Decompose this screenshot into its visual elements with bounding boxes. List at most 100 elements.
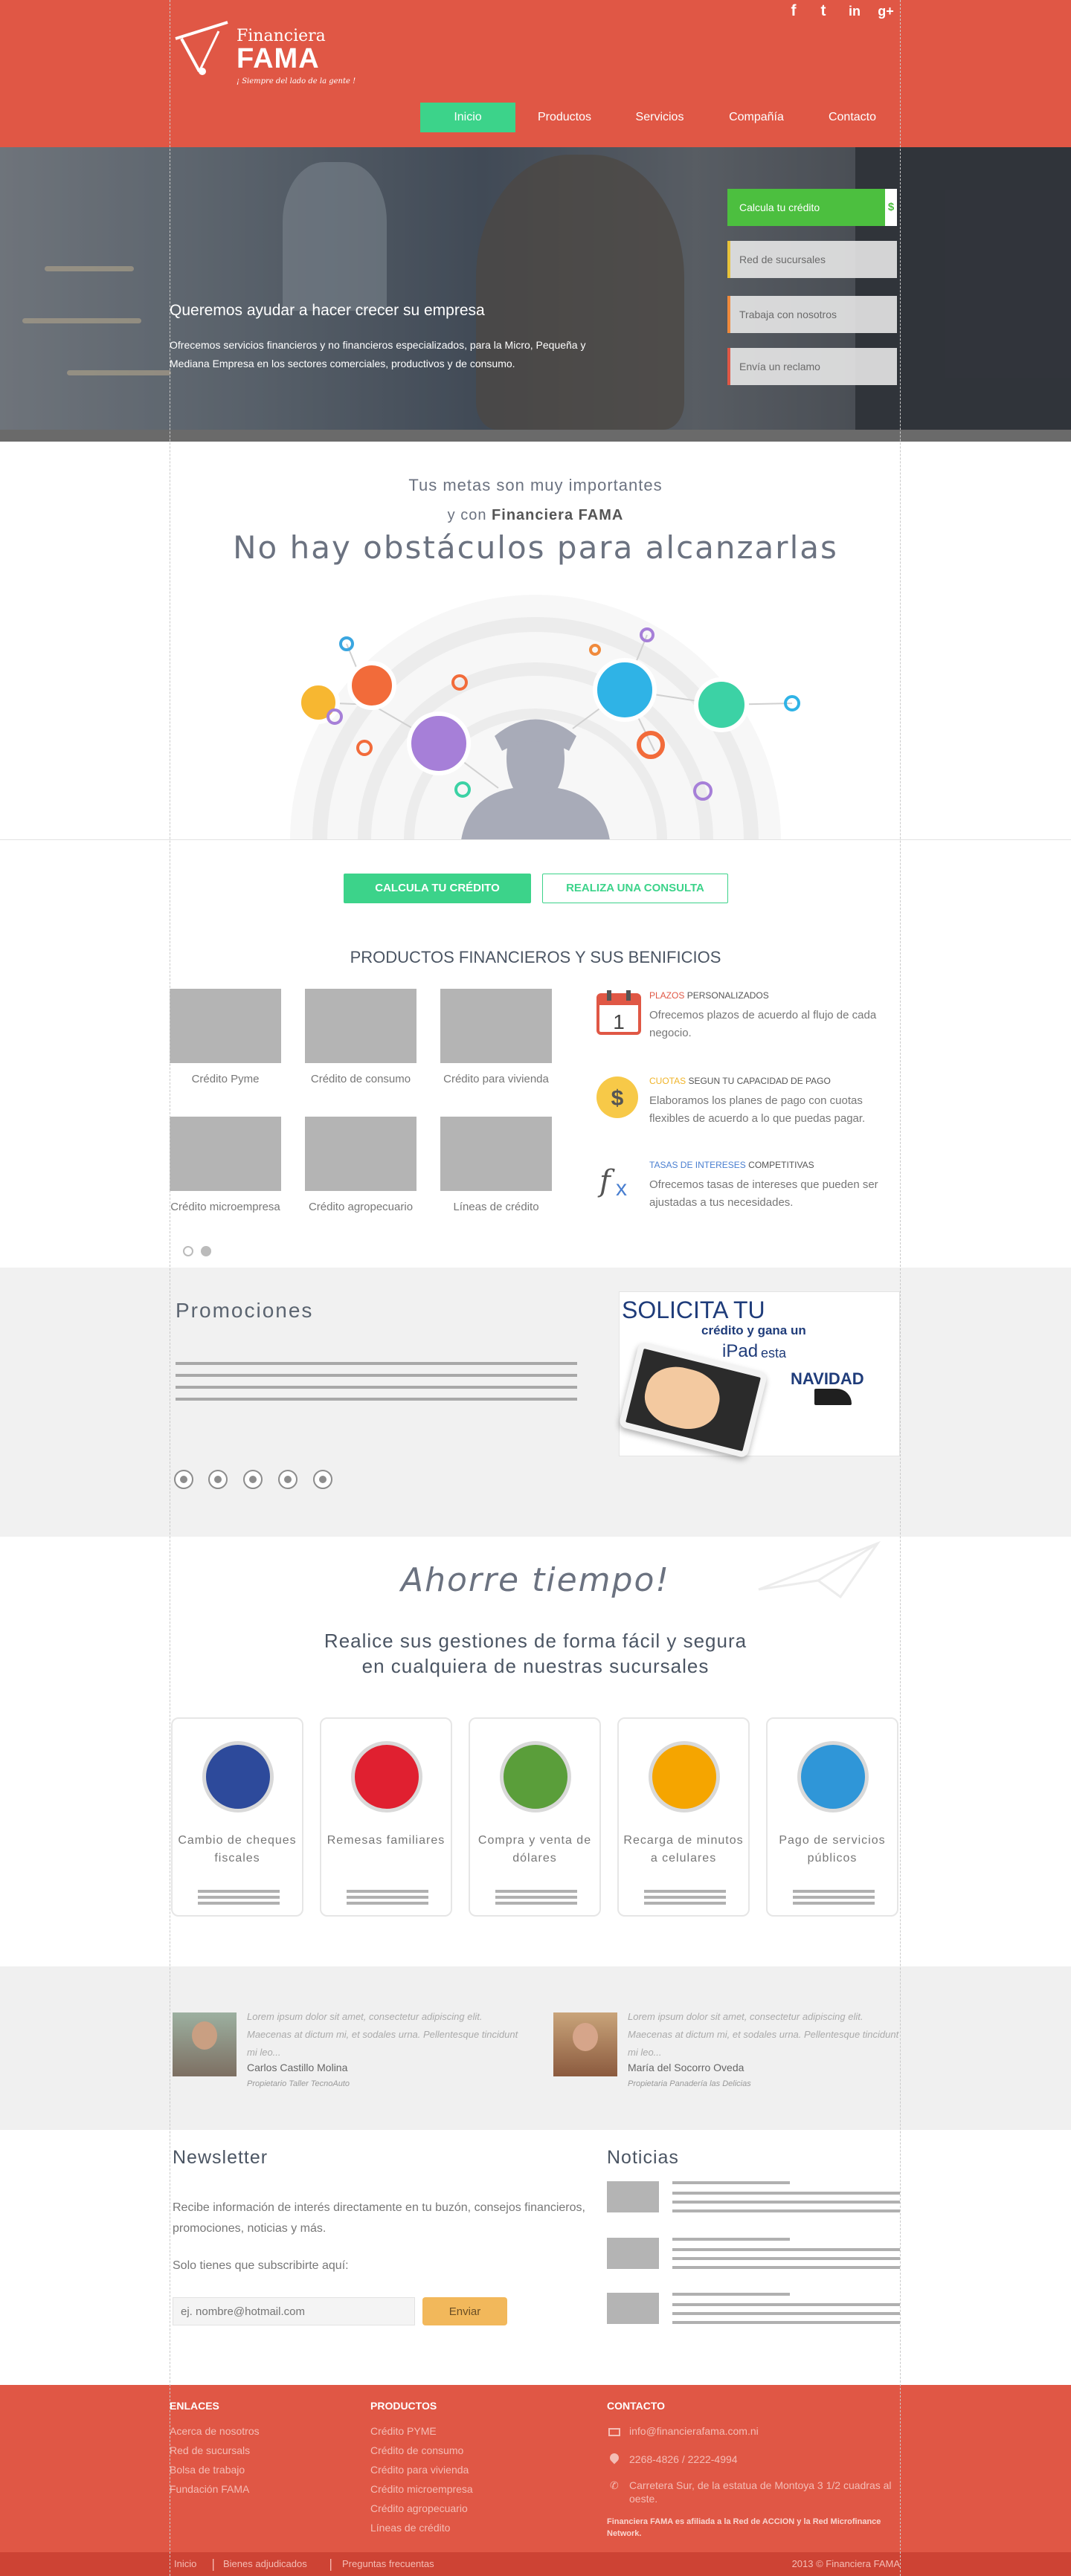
site-footer: ENLACES Acerca de nosotros Red de sucurs… <box>0 2385 1071 2552</box>
service-card-remesas[interactable]: Remesas familiares <box>320 1717 452 1917</box>
promo-ad-line1: SOLICITA TU <box>622 1297 765 1323</box>
benefit-heading: TASAS DE INTERESES COMPETITIVAS <box>649 1160 814 1170</box>
products-pager-dot[interactable] <box>183 1246 193 1256</box>
nav-contacto[interactable]: Contacto <box>811 103 894 132</box>
products-title: PRODUCTOS FINANCIEROS Y SUS BENIFICIOS <box>350 948 721 966</box>
realiza-consulta-button[interactable]: REALIZA UNA CONSULTA <box>542 874 728 903</box>
product-image <box>305 989 416 1063</box>
footer-link[interactable]: Crédito agropecuario <box>370 2502 468 2514</box>
goals-line2-prefix: y con <box>447 507 487 523</box>
footer-link[interactable]: Crédito de consumo <box>370 2444 463 2456</box>
news-item[interactable] <box>607 2238 900 2272</box>
footer-bottom-link[interactable]: Inicio <box>174 2558 196 2569</box>
footer-link[interactable]: Acerca de nosotros <box>170 2425 260 2437</box>
news-text-bar <box>672 2192 900 2195</box>
nav-compania[interactable]: Compañía <box>713 103 800 132</box>
product-card[interactable]: Crédito Pyme <box>170 989 281 1088</box>
promo-ad-line2: crédito y gana un <box>701 1323 806 1337</box>
products-pager-dot-active[interactable] <box>201 1246 211 1256</box>
footer-link[interactable]: Crédito PYME <box>370 2425 437 2437</box>
hero-button-label: Calcula tu crédito <box>739 201 820 213</box>
mail-icon <box>608 2428 620 2436</box>
footer-link[interactable]: Fundación FAMA <box>170 2483 249 2495</box>
benefit-heading-rest: PERSONALIZADOS <box>686 990 769 1001</box>
testimonial-name: Carlos Castillo Molina <box>247 2062 348 2073</box>
service-bar <box>495 1890 577 1893</box>
news-text-bar <box>672 2209 900 2212</box>
benefit-text: Ofrecemos plazos de acuerdo al flujo de … <box>649 1009 877 1039</box>
news-text-bar <box>672 2257 900 2260</box>
promo-pager-dot[interactable] <box>243 1470 263 1489</box>
hero-button-sucursales[interactable]: Red de sucursales <box>727 241 897 278</box>
calcula-credito-button[interactable]: CALCULA TU CRÉDITO <box>344 874 531 903</box>
testimonial-quote: Lorem ipsum dolor sit amet, consectetur … <box>247 2011 518 2058</box>
nav-productos[interactable]: Productos <box>521 103 608 132</box>
nav-inicio[interactable]: Inicio <box>420 103 515 132</box>
footer-link[interactable]: Líneas de crédito <box>370 2522 450 2534</box>
news-item[interactable] <box>607 2181 900 2215</box>
footer-link[interactable]: Crédito para vivienda <box>370 2464 469 2476</box>
hero-button-reclamo[interactable]: Envía un reclamo <box>727 348 897 385</box>
service-card-recarga[interactable]: Recarga de minutos a celulares <box>617 1717 750 1917</box>
promo-text-placeholder <box>176 1362 577 1365</box>
service-card-dolares[interactable]: Compra y venta de dólares <box>469 1717 601 1917</box>
hero-button-calcula[interactable]: Calcula tu crédito $ <box>727 189 897 226</box>
promo-text-placeholder <box>176 1374 577 1377</box>
testimonial-quote: Lorem ipsum dolor sit amet, consectetur … <box>628 2011 899 2058</box>
newsletter-submit-button[interactable]: Enviar <box>422 2297 507 2325</box>
footer-bottom-link[interactable]: Bienes adjudicados <box>223 2558 307 2569</box>
product-card[interactable]: Crédito para vivienda <box>440 989 552 1088</box>
benefit-highlight: TASAS DE INTERESES <box>649 1160 746 1170</box>
product-card[interactable]: Crédito de consumo <box>305 989 416 1088</box>
phone-icon: ✆ <box>610 2480 619 2492</box>
location-icon <box>608 2451 621 2464</box>
product-card[interactable]: Crédito agropecuario <box>305 1117 416 1216</box>
service-bar <box>644 1902 726 1905</box>
newsletter-text: Recibe información de interés directamen… <box>173 2201 585 2235</box>
hero-button-trabaja[interactable]: Trabaja con nosotros <box>727 296 897 333</box>
promo-pager-dot[interactable] <box>313 1470 332 1489</box>
nav-servicios[interactable]: Servicios <box>619 103 701 132</box>
product-card[interactable]: Crédito microempresa <box>170 1117 281 1216</box>
service-bar <box>347 1890 428 1893</box>
newsletter-email-input[interactable] <box>173 2297 415 2325</box>
dollar-icon: $ <box>885 189 897 226</box>
dollar-coin-icon: $ <box>596 1076 638 1118</box>
promo-pager-dot[interactable] <box>278 1470 298 1489</box>
benefit-highlight: CUOTAS <box>649 1076 686 1086</box>
ipad-screen-photo <box>639 1360 726 1436</box>
service-bar <box>347 1902 428 1905</box>
hero-text: Ofrecemos servicios financieros y no fin… <box>170 339 586 369</box>
linkedin-icon[interactable]: in <box>845 1 864 21</box>
footer-link[interactable]: Bolsa de trabajo <box>170 2464 245 2476</box>
facebook-icon[interactable]: f <box>784 1 803 21</box>
service-bar <box>793 1902 875 1905</box>
benefit-heading-rest: SEGUN TU CAPACIDAD DE PAGO <box>688 1076 831 1086</box>
product-image <box>170 989 281 1063</box>
news-item[interactable] <box>607 2293 900 2327</box>
promo-ad-banner[interactable]: SOLICITA TU crédito y gana un iPad esta … <box>618 1291 900 1459</box>
product-card[interactable]: Líneas de crédito <box>440 1117 552 1216</box>
benefit-highlight: PLAZOS <box>649 990 685 1001</box>
promo-pager-dot[interactable] <box>208 1470 228 1489</box>
product-label: Crédito de consumo <box>310 1073 411 1085</box>
footer-link[interactable]: Red de sucursals <box>170 2444 250 2456</box>
testimonial-role: Propietario Taller TecnoAuto <box>247 2079 350 2088</box>
service-label: Cambio de cheques fiscales <box>178 1834 297 1865</box>
googleplus-icon[interactable]: g+ <box>876 1 895 21</box>
twitter-icon[interactable]: t <box>814 1 833 21</box>
service-card-servicios[interactable]: Pago de servicios públicos <box>766 1717 898 1917</box>
service-bar <box>198 1902 280 1905</box>
footer-email[interactable]: info@financierafama.com.ni <box>629 2425 759 2437</box>
services-title: Ahorre tiempo! <box>400 1561 671 1599</box>
promo-text-placeholder <box>176 1386 577 1389</box>
calendar-day: 1 <box>613 1010 625 1033</box>
footer-bottom-link[interactable]: Preguntas frecuentas <box>342 2558 434 2569</box>
service-bar <box>198 1896 280 1899</box>
footer-contacto-title: CONTACTO <box>607 2400 666 2412</box>
footer-link[interactable]: Crédito microempresa <box>370 2483 473 2495</box>
promo-pager-dot[interactable] <box>174 1470 193 1489</box>
service-card-cheques[interactable]: Cambio de cheques fiscales <box>171 1717 303 1917</box>
news-title-bar <box>672 2238 790 2241</box>
function-icon: f x <box>597 1164 627 1201</box>
